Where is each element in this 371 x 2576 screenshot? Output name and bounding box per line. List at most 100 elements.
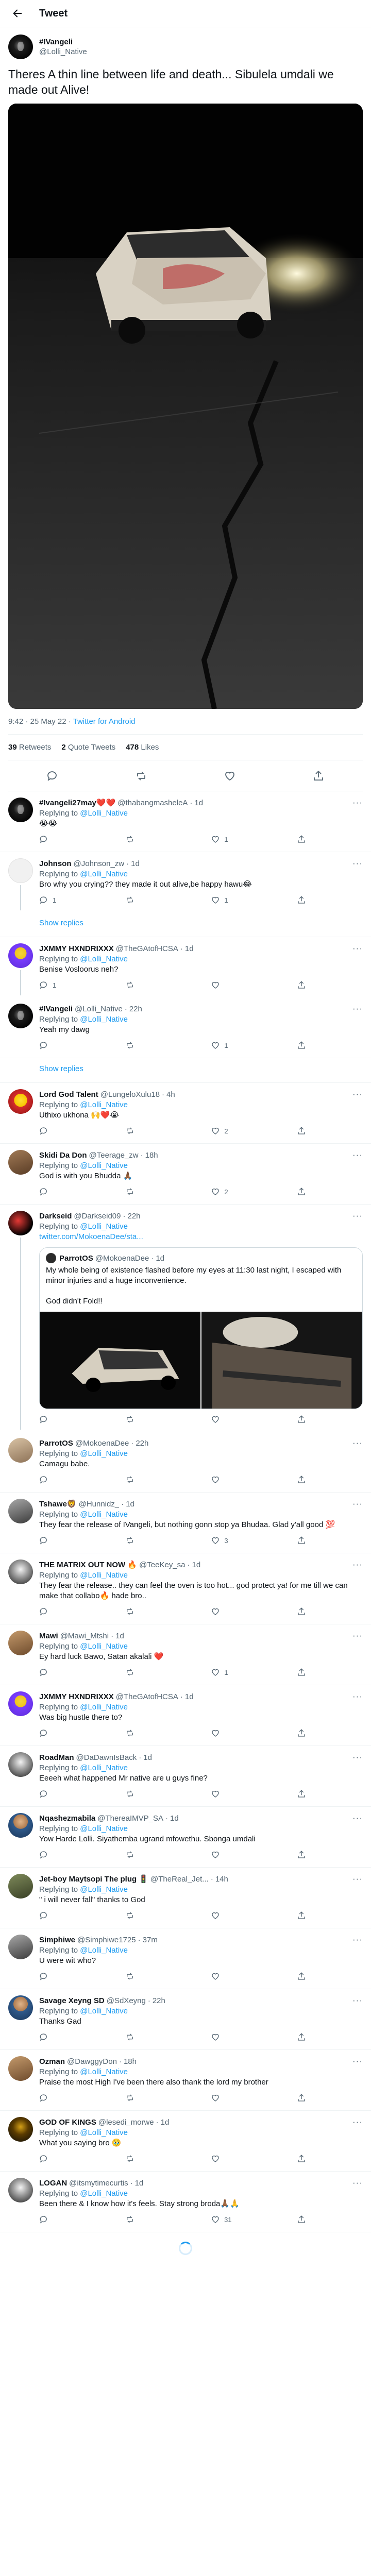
reply-author-name[interactable]: Darkseid (39, 1212, 72, 1221)
reply-tweet[interactable]: Mawi @Mawi_Mtshi · 1d ··· Replying to @L… (0, 1624, 371, 1685)
like-action[interactable]: 2 (211, 1187, 231, 1196)
more-icon[interactable]: ··· (349, 1752, 363, 1762)
reply-time[interactable]: 1d (161, 2118, 170, 2127)
reply-time[interactable]: 1d (131, 859, 140, 868)
quote-photo[interactable] (201, 1312, 362, 1409)
show-replies-link[interactable]: Show replies (0, 912, 371, 937)
reply-author-handle[interactable]: @DawggyDon (67, 2057, 117, 2066)
like-icon[interactable] (211, 1126, 220, 1136)
avatar[interactable] (8, 1631, 33, 1655)
reply-author-name[interactable]: Tshawe🦁 (39, 1499, 77, 1509)
quotes-stat[interactable]: 2 Quote Tweets (61, 743, 115, 752)
reply-time[interactable]: 18h (145, 1151, 158, 1160)
author-name[interactable]: #IVangeli (39, 38, 87, 46)
reply-icon[interactable] (39, 1850, 48, 1859)
reply-tweet[interactable]: Darkseid @Darkseid09 · 22h ··· Replying … (0, 1205, 371, 1432)
reply-action[interactable] (39, 835, 60, 844)
retweet-action[interactable] (125, 895, 146, 905)
mention-link[interactable]: @Lolli_Native (80, 1703, 128, 1711)
retweets-stat[interactable]: 39 Retweets (8, 743, 51, 752)
reply-icon[interactable] (46, 770, 59, 782)
show-replies-link[interactable]: Show replies (0, 1058, 371, 1083)
reply-icon[interactable] (39, 1668, 48, 1677)
reply-action[interactable]: 1 (39, 895, 60, 905)
retweet-icon[interactable] (125, 2215, 134, 2224)
reply-time[interactable]: 1d (170, 1814, 179, 1823)
retweet-action[interactable] (125, 2093, 146, 2103)
more-icon[interactable]: ··· (349, 1995, 363, 2006)
share-icon[interactable] (297, 1850, 306, 1859)
reply-author-handle[interactable]: @MokoenaDee (75, 1439, 129, 1448)
like-action[interactable]: 1 (211, 835, 231, 844)
reply-tweet[interactable]: THE MATRIX OUT NOW 🔥 @TeeKey_sa · 1d ···… (0, 1553, 371, 1624)
like-icon[interactable] (224, 770, 236, 782)
like-action[interactable] (211, 2154, 231, 2163)
like-action[interactable] (211, 1789, 231, 1799)
share-action[interactable] (297, 895, 317, 905)
quote-photo[interactable] (40, 1312, 200, 1409)
reply-time[interactable]: 1d (126, 1500, 134, 1509)
avatar[interactable] (8, 1089, 33, 1114)
reply-action[interactable] (39, 1187, 60, 1196)
reply-icon[interactable] (39, 1972, 48, 1981)
back-button[interactable] (8, 4, 27, 23)
reply-time[interactable]: 4h (166, 1090, 175, 1099)
retweet-action[interactable] (125, 1668, 146, 1677)
reply-time[interactable]: 14h (215, 1875, 228, 1884)
likes-stat[interactable]: 478 Likes (126, 743, 159, 752)
mention-link[interactable]: @Lolli_Native (80, 2007, 128, 2015)
reply-author-handle[interactable]: @DaDawnIsBack (76, 1753, 137, 1762)
like-action[interactable]: 3 (211, 1536, 231, 1545)
reply-action[interactable] (39, 2093, 60, 2103)
mention-link[interactable]: @Lolli_Native (80, 2128, 128, 2137)
share-action[interactable] (297, 1126, 317, 1136)
reply-time[interactable]: 22h (129, 1005, 142, 1013)
like-action[interactable] (211, 1911, 231, 1920)
mention-link[interactable]: @Lolli_Native (80, 1100, 128, 1109)
reply-icon[interactable] (39, 1475, 48, 1484)
like-action[interactable] (211, 1850, 231, 1859)
more-icon[interactable]: ··· (349, 2178, 363, 2188)
like-icon[interactable] (211, 2032, 220, 2042)
like-icon[interactable] (211, 2093, 220, 2103)
share-icon[interactable] (297, 1789, 306, 1799)
quoted-tweet[interactable]: ParrotOS @MokoenaDee · 1d My whole being… (39, 1247, 363, 1409)
more-icon[interactable]: ··· (349, 1499, 363, 1509)
reply-tweet[interactable]: Tshawe🦁 @Hunnidz_ · 1d ··· Replying to @… (0, 1493, 371, 1553)
share-icon[interactable] (297, 2154, 306, 2163)
reply-action[interactable] (39, 1415, 60, 1424)
like-icon[interactable] (211, 1187, 220, 1196)
share-icon[interactable] (297, 1668, 306, 1677)
like-action[interactable] (211, 1728, 231, 1738)
share-icon[interactable] (297, 1126, 306, 1136)
retweet-icon[interactable] (125, 1668, 134, 1677)
reply-author-name[interactable]: Nqashezmabila (39, 1814, 95, 1823)
like-action[interactable] (211, 2032, 231, 2042)
share-icon[interactable] (297, 1972, 306, 1981)
more-icon[interactable]: ··· (349, 1560, 363, 1570)
reply-icon[interactable] (39, 980, 48, 990)
reply-tweet[interactable]: Simphiwe @Simphiwe1725 · 37m ··· Replyin… (0, 1928, 371, 1989)
avatar[interactable] (8, 858, 33, 883)
retweet-action[interactable] (125, 1536, 146, 1545)
like-icon[interactable] (211, 1911, 220, 1920)
reply-icon[interactable] (39, 1126, 48, 1136)
retweet-action[interactable] (125, 1475, 146, 1484)
retweet-action[interactable] (125, 2215, 146, 2224)
like-icon[interactable] (211, 980, 220, 990)
reply-action[interactable] (39, 1607, 60, 1616)
retweet-icon[interactable] (125, 1911, 134, 1920)
like-action[interactable] (211, 1972, 231, 1981)
quote-link[interactable]: twitter.com/MokoenaDee/sta... (39, 1232, 143, 1241)
reply-author-name[interactable]: JXMMY HXNDRIXXX (39, 944, 114, 953)
reply-author-handle[interactable]: @TheGAtofHCSA (116, 944, 178, 953)
share-action[interactable] (297, 1607, 317, 1616)
share-icon[interactable] (297, 1607, 306, 1616)
mention-link[interactable]: @Lolli_Native (80, 809, 128, 818)
share-icon[interactable] (297, 2032, 306, 2042)
retweet-icon[interactable] (125, 2154, 134, 2163)
retweet-icon[interactable] (125, 2093, 134, 2103)
more-icon[interactable]: ··· (349, 858, 363, 869)
retweet-icon[interactable] (125, 1041, 134, 1050)
reply-tweet[interactable]: JXMMY HXNDRIXXX @TheGAtofHCSA · 1d ··· R… (0, 1685, 371, 1746)
